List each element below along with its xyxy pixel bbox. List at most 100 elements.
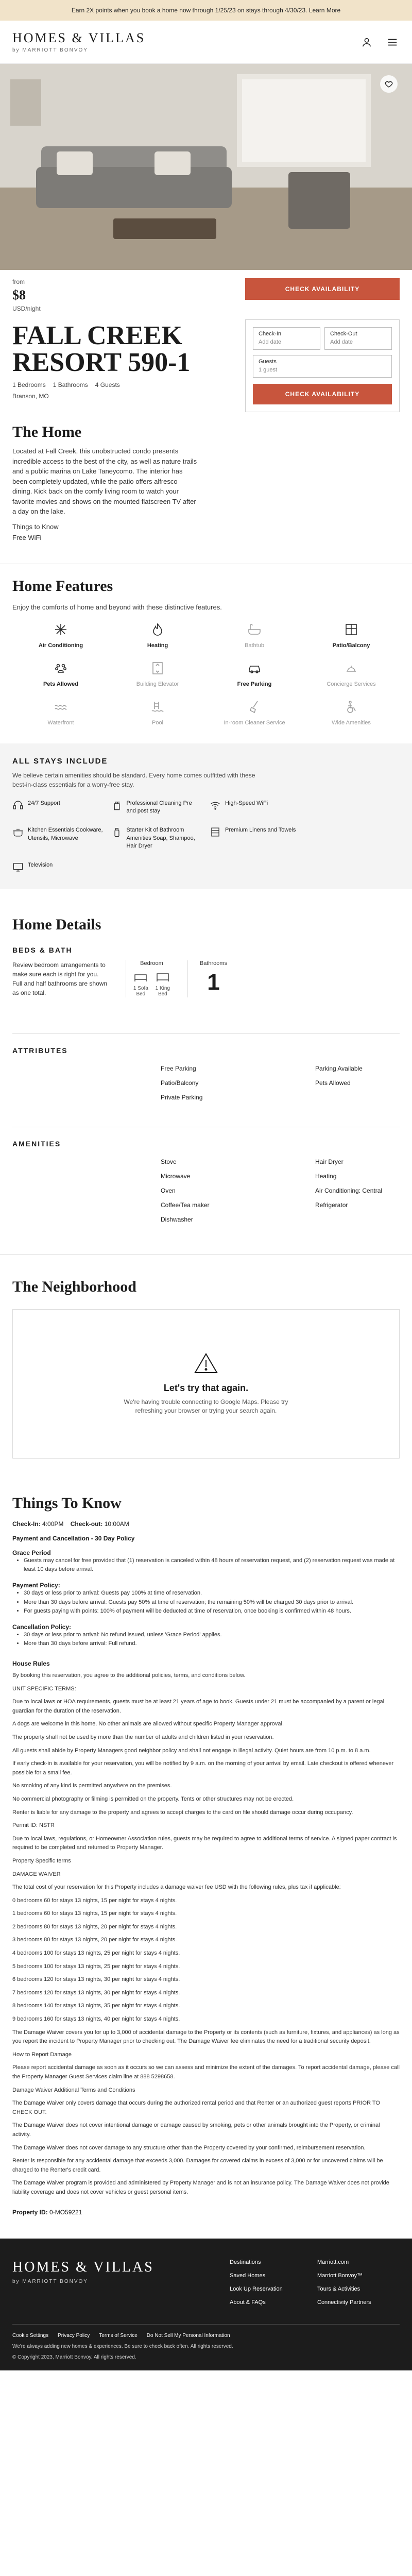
cancellation-item: More than 30 days before arrival: Full r… <box>24 1639 400 1649</box>
amenities-heading: AMENITIES <box>12 1139 61 1148</box>
house-rule: 7 bedrooms 120 for stays 13 nights, 30 p… <box>12 1989 180 1996</box>
towel-icon <box>210 826 221 840</box>
house-rule: The Damage Waiver does not cover intenti… <box>12 2122 380 2138</box>
map-error-box: Let's try that again. We're having troub… <box>12 1309 400 1459</box>
house-rule: 5 bedrooms 100 for stays 13 nights, 25 p… <box>12 1963 180 1970</box>
price-currency: USD/night <box>12 305 41 312</box>
features-section: Home Features Enjoy the comforts of home… <box>0 564 412 726</box>
feature-item: Bathtub <box>206 622 303 649</box>
wifi-icon <box>210 800 221 814</box>
brand-logo[interactable]: HOMES & VILLAS by MARRIOTT BONVOY <box>12 31 145 53</box>
house-rule: 9 bedrooms 160 for stays 13 nights, 40 p… <box>12 2016 180 2023</box>
patio-icon <box>344 622 358 638</box>
booking-check-availability-button[interactable]: CHECK AVAILABILITY <box>253 384 392 404</box>
payment-heading: Payment and Cancellation - 30 Day Policy <box>12 1534 135 1542</box>
bathtub-icon <box>247 622 262 638</box>
guest-count: 4 Guests <box>95 381 120 388</box>
house-rule: No commercial photography or filming is … <box>12 1795 294 1802</box>
feature-label: Pool <box>151 719 164 726</box>
payment-list: 30 days or less prior to arrival: Guests… <box>24 1589 400 1616</box>
bottle-icon <box>111 826 123 840</box>
footer-link[interactable]: Marriott Bonvoy™ <box>317 2273 400 2279</box>
footer-legal-link[interactable]: Terms of Service <box>99 2333 137 2338</box>
things-to-know-section: Things To Know Check-In: 4:00PM Check-ou… <box>0 1459 412 2216</box>
promo-bar[interactable]: Earn 2X points when you book a home now … <box>0 0 412 21</box>
hero-photo[interactable] <box>0 64 412 270</box>
brand-subtitle: by MARRIOTT BONVOY <box>12 47 88 53</box>
price-value: $8 <box>12 287 26 302</box>
check-in-time-label: Check-In: <box>12 1520 41 1528</box>
house-rule: The Damage Waiver does not cover damage … <box>12 2144 366 2151</box>
guests-value: 1 guest <box>259 367 278 373</box>
site-header: HOMES & VILLAS by MARRIOTT BONVOY <box>0 21 412 64</box>
bathroom-title: Bathrooms <box>199 960 228 967</box>
guests-select[interactable]: Guests 1 guest <box>253 355 392 378</box>
attribute-item: Private Parking <box>161 1093 203 1101</box>
footer-link[interactable]: Destinations <box>230 2259 312 2265</box>
check-in-field[interactable]: Check-In Add date <box>253 327 320 350</box>
house-rule: Permit ID: NSTR <box>12 1822 55 1829</box>
stay-include-item: Premium Linens and Towels <box>210 826 301 850</box>
person-icon[interactable] <box>359 35 374 49</box>
snowflake-icon <box>54 622 68 638</box>
house-rule: The total cost of your reservation for t… <box>12 1884 341 1891</box>
house-rule: No smoking of any kind is permitted anyw… <box>12 1783 172 1789</box>
feature-item: Patio/Balcony <box>303 622 400 649</box>
guests-label: Guests <box>259 359 277 365</box>
home-heading: The Home <box>12 423 82 440</box>
footer-legal-link[interactable]: Privacy Policy <box>58 2333 90 2338</box>
house-rule: By booking this reservation, you agree t… <box>12 1672 246 1679</box>
footer-link[interactable]: Look Up Reservation <box>230 2286 312 2292</box>
payment-item: 30 days or less prior to arrival: Guests… <box>24 1589 400 1598</box>
footer-legal-link[interactable]: Cookie Settings <box>12 2333 48 2338</box>
features-intro: Enjoy the comforts of home and beyond wi… <box>12 603 222 611</box>
cancellation-list: 30 days or less prior to arrival: No ref… <box>24 1631 400 1649</box>
footer-disclaimer: We're always adding new homes & experien… <box>12 2343 233 2349</box>
amenity-item: Stove <box>161 1158 177 1165</box>
flame-icon <box>150 622 165 638</box>
check-out-field[interactable]: Check-Out Add date <box>324 327 392 350</box>
feature-label: Bathtub <box>245 642 264 649</box>
grace-heading: Grace Period <box>12 1549 51 1556</box>
bedroom-title: Bedroom <box>140 960 163 967</box>
favorite-heart-icon[interactable] <box>380 75 398 93</box>
stay-include-item: Starter Kit of Bathroom Amenities Soap, … <box>111 826 203 850</box>
check-availability-button[interactable]: CHECK AVAILABILITY <box>245 278 400 300</box>
king-bed-icon <box>156 973 169 984</box>
neighborhood-section: The Neighborhood Let's try that again. W… <box>0 1255 412 1459</box>
house-rule: 1 bedrooms 60 for stays 13 nights, 15 pe… <box>12 1910 177 1917</box>
house-rule: A dogs are welcome in this home. No othe… <box>12 1721 284 1727</box>
attribute-item: Parking Available <box>315 1064 363 1072</box>
amenity-item: Microwave <box>161 1172 191 1180</box>
feature-item: Free Parking <box>206 661 303 687</box>
footer-link[interactable]: Saved Homes <box>230 2273 312 2279</box>
footer-link[interactable]: Marriott.com <box>317 2259 400 2265</box>
house-rule: The property shall not be used by more t… <box>12 1734 274 1740</box>
property-location: Branson, MO <box>12 393 49 400</box>
house-rule: The Damage Waiver program is provided an… <box>12 2180 389 2195</box>
feature-item: Waterfront <box>12 700 109 726</box>
check-out-time-value: 10:00AM <box>104 1520 129 1528</box>
beds-bath-heading: BEDS & BATH <box>12 945 73 954</box>
attribute-item: Patio/Balcony <box>161 1079 199 1087</box>
footer-link[interactable]: Connectivity Partners <box>317 2299 400 2306</box>
check-in-label: Check-In <box>259 331 282 337</box>
attributes-heading: ATTRIBUTES <box>12 1046 68 1055</box>
amenity-item: Dishwasher <box>161 1215 193 1223</box>
bathroom-count: 1 Bathrooms <box>53 381 88 388</box>
neighborhood-heading: The Neighborhood <box>12 1278 136 1295</box>
house-rule: Renter is liable for any damage to the p… <box>12 1809 353 1816</box>
menu-icon[interactable] <box>385 35 400 49</box>
house-rule: 4 bedrooms 100 for stays 13 nights, 25 p… <box>12 1950 180 1957</box>
house-rule: 6 bedrooms 120 for stays 13 nights, 30 p… <box>12 1976 180 1983</box>
check-out-time-label: Check-out: <box>70 1520 103 1528</box>
footer-legal-link[interactable]: Do Not Sell My Personal Information <box>147 2333 230 2338</box>
feature-item: In-room Cleaner Service <box>206 700 303 726</box>
stay-include-label: Starter Kit of Bathroom Amenities Soap, … <box>126 827 195 850</box>
footer-brand[interactable]: HOMES & VILLAS by MARRIOTT BONVOY <box>12 2259 154 2306</box>
house-rule: The Damage Waiver covers you for up to 3… <box>12 2029 400 2045</box>
price-from-label: from <box>12 278 25 285</box>
details-section: Home Details BEDS & BATH Review bedroom … <box>0 889 412 1223</box>
footer-link[interactable]: About & FAQs <box>230 2299 312 2306</box>
footer-link[interactable]: Tours & Activities <box>317 2286 400 2292</box>
